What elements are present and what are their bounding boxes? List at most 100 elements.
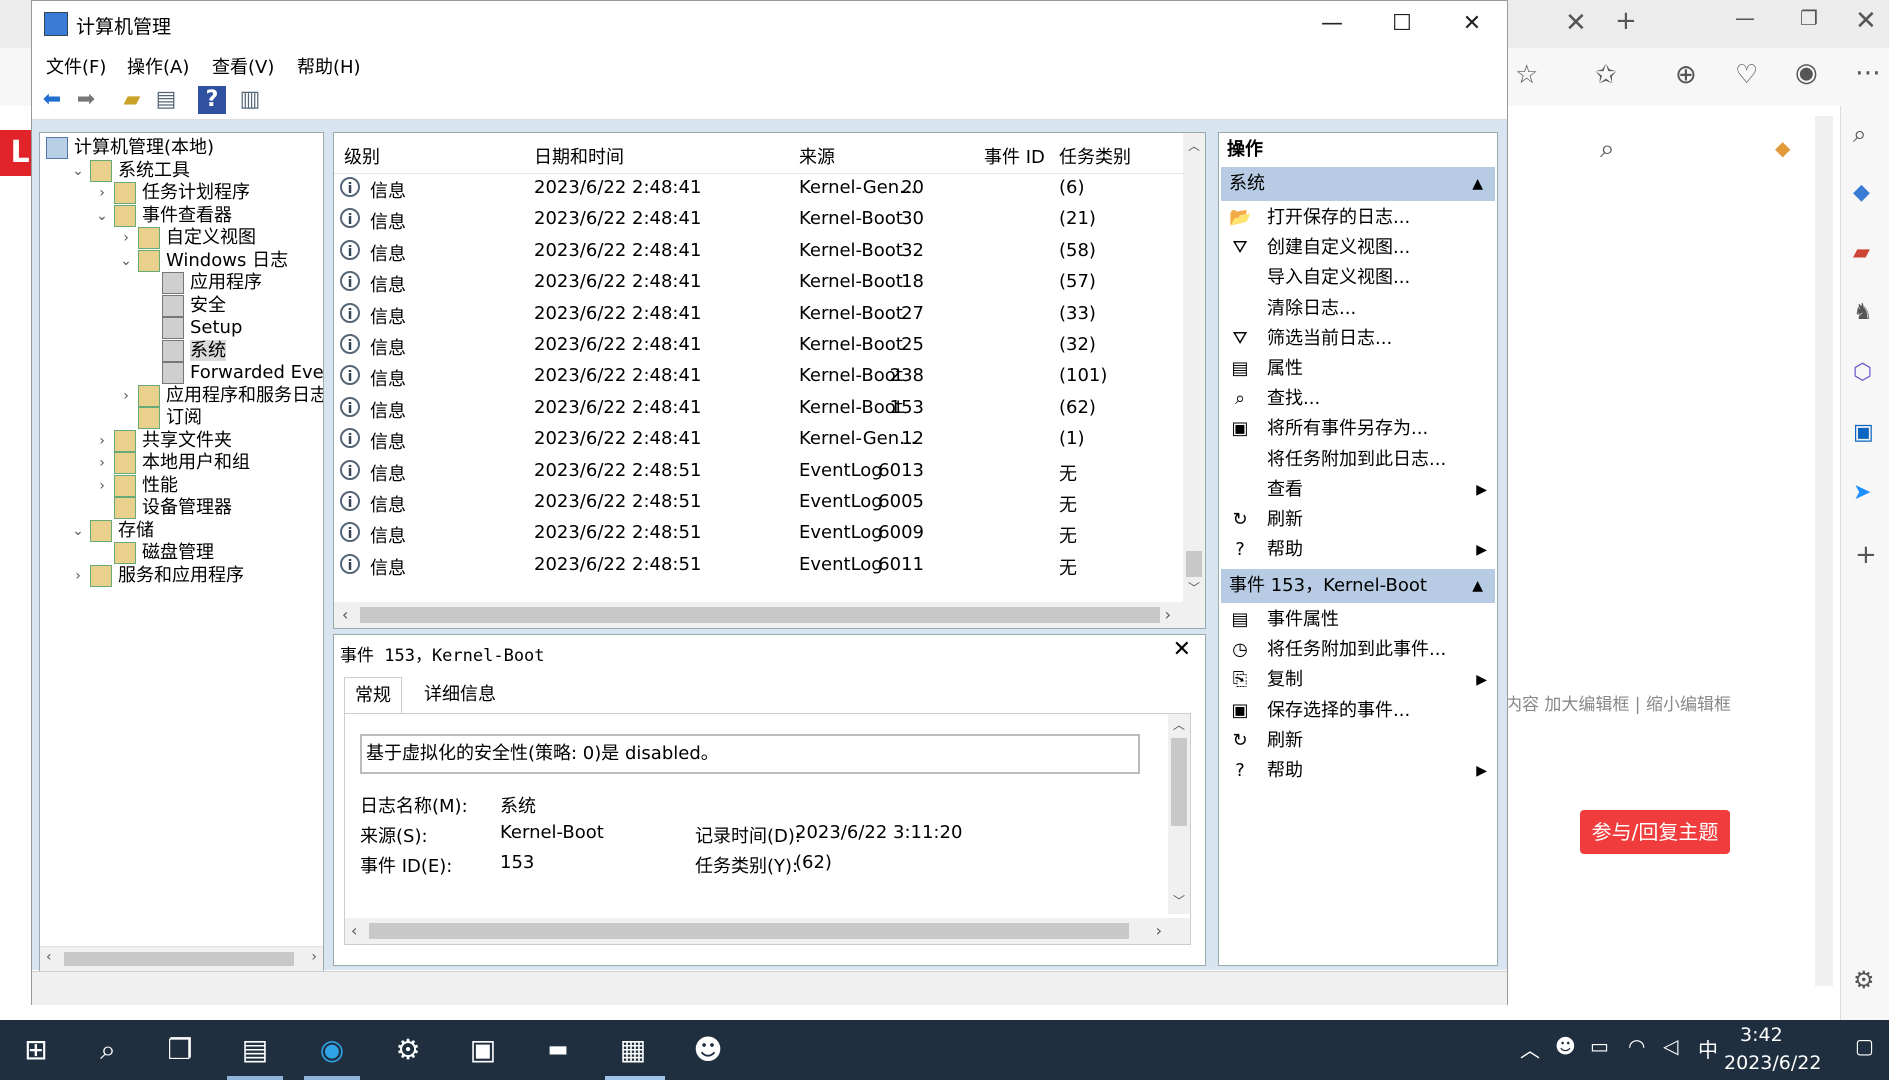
- close-button[interactable]: ✕: [1437, 1, 1507, 47]
- tray-chevron-icon[interactable]: ︿: [1520, 1034, 1540, 1063]
- scroll-up-icon[interactable]: ︿: [1188, 137, 1200, 154]
- battery-icon[interactable]: ▭: [1590, 1034, 1609, 1058]
- actions-section-event[interactable]: 事件 153，Kernel-Boot ▲: [1221, 569, 1495, 603]
- ime-indicator[interactable]: 中: [1698, 1034, 1718, 1063]
- menu-file[interactable]: 文件(F): [46, 53, 106, 79]
- event-row[interactable]: i 信息 2023/6/22 2:48:41 Kernel-Boot 153 (62): [334, 393, 1184, 424]
- tree-scroll-thumb[interactable]: [64, 952, 294, 966]
- collections-icon[interactable]: ⊕: [1675, 60, 1697, 90]
- browser-restore-icon[interactable]: ❐: [1800, 6, 1818, 30]
- scroll-left-icon[interactable]: ‹: [342, 605, 348, 624]
- sidebar-send-icon[interactable]: ➤: [1853, 480, 1871, 505]
- detail-scroll-thumb[interactable]: [1171, 738, 1187, 826]
- action-item[interactable]: ↻ 刷新: [1227, 726, 1489, 756]
- forward-arrow-icon[interactable]: ➡: [72, 86, 100, 114]
- sidebar-chess-icon[interactable]: ♞: [1853, 300, 1873, 325]
- notification-icon[interactable]: ▢: [1855, 1034, 1874, 1058]
- windows-start-icon[interactable]: ⊞: [16, 1030, 56, 1070]
- scroll-right-icon[interactable]: ›: [1156, 921, 1162, 940]
- tab-general[interactable]: 常规: [344, 677, 402, 714]
- detail-hscroll-thumb[interactable]: [369, 923, 1129, 939]
- collapse-triangle-icon[interactable]: ▲: [1472, 569, 1483, 603]
- action-item[interactable]: ⎘ 复制 ▶: [1227, 665, 1489, 695]
- action-item[interactable]: 将任务附加到此日志...: [1227, 445, 1489, 475]
- close-tab-icon[interactable]: ✕: [1565, 8, 1587, 38]
- sidebar-outlook-icon[interactable]: ▣: [1853, 420, 1874, 445]
- column-level[interactable]: 级别: [344, 143, 380, 169]
- volume-icon[interactable]: ◁: [1663, 1034, 1678, 1058]
- action-item[interactable]: 查看 ▶: [1227, 475, 1489, 505]
- page-scrollbar[interactable]: [1815, 116, 1833, 986]
- actions-section-system[interactable]: 系统 ▲: [1221, 167, 1495, 201]
- scroll-down-icon[interactable]: ﹀: [1188, 579, 1200, 596]
- menu-view[interactable]: 查看(V): [212, 53, 274, 79]
- scroll-down-icon[interactable]: ﹀: [1173, 892, 1185, 909]
- event-row[interactable]: i 信息 2023/6/22 2:48:41 Kernel-Boot 27 (33): [334, 299, 1184, 330]
- control-panel-icon[interactable]: ⚙: [388, 1030, 428, 1070]
- action-item[interactable]: ▣ 保存选择的事件...: [1227, 696, 1489, 726]
- back-arrow-icon[interactable]: ⬅: [38, 86, 66, 114]
- favorites-icon[interactable]: ✩: [1595, 60, 1617, 90]
- task-manager-icon[interactable]: ▤: [235, 1030, 275, 1070]
- editor-links[interactable]: 内容 加大编辑框 | 缩小编辑框: [1505, 690, 1731, 715]
- collapse-chevron-icon[interactable]: ⌄: [118, 248, 134, 274]
- edge-browser-icon[interactable]: ◉: [312, 1030, 352, 1070]
- column-event-id[interactable]: 事件 ID: [984, 143, 1045, 169]
- scroll-right-icon[interactable]: ›: [311, 949, 317, 965]
- action-item[interactable]: ? 帮助 ▶: [1227, 756, 1489, 786]
- collapse-chevron-icon[interactable]: ⌄: [70, 518, 86, 544]
- event-row[interactable]: i 信息 2023/6/22 2:48:51 EventLog 6005 无: [334, 487, 1184, 518]
- sidebar-toolbox-icon[interactable]: ▰: [1853, 240, 1870, 265]
- help-icon[interactable]: ?: [198, 86, 226, 114]
- event-scroll-thumb[interactable]: [1186, 551, 1202, 577]
- action-item[interactable]: ⛛ 创建自定义视图...: [1227, 233, 1489, 263]
- event-row[interactable]: i 信息 2023/6/22 2:48:41 Kernel-Gen... 12 (1): [334, 424, 1184, 455]
- computer-management-taskbar-icon[interactable]: ▦: [613, 1030, 653, 1070]
- tree-horizontal-scrollbar[interactable]: ‹ ›: [40, 946, 323, 971]
- action-item[interactable]: 导入自定义视图...: [1227, 263, 1489, 293]
- event-row[interactable]: i 信息 2023/6/22 2:48:41 Kernel-Boot 238 (101): [334, 361, 1184, 392]
- scroll-right-icon[interactable]: ›: [1165, 605, 1171, 624]
- clock-time[interactable]: 3:42: [1740, 1024, 1783, 1046]
- action-item[interactable]: ◷ 将任务附加到此事件...: [1227, 635, 1489, 665]
- sidebar-search-icon[interactable]: ⌕: [1853, 120, 1866, 148]
- action-item[interactable]: ? 帮助 ▶: [1227, 535, 1489, 565]
- collapse-chevron-icon[interactable]: ⌄: [94, 203, 110, 229]
- sidebar-tag-icon[interactable]: ◆: [1853, 180, 1870, 205]
- event-row[interactable]: i 信息 2023/6/22 2:48:41 Kernel-Boot 25 (32): [334, 330, 1184, 361]
- minimize-button[interactable]: —: [1297, 1, 1367, 47]
- new-tab-icon[interactable]: +: [1615, 6, 1637, 36]
- detail-horizontal-scrollbar[interactable]: ‹ ›: [345, 918, 1190, 944]
- clock-date[interactable]: 2023/6/22: [1724, 1052, 1821, 1074]
- event-list-horizontal-scrollbar[interactable]: ‹ ›: [334, 602, 1205, 628]
- menu-help[interactable]: 帮助(H): [297, 53, 361, 79]
- more-icon[interactable]: ⋯: [1855, 58, 1881, 88]
- scroll-up-icon[interactable]: ︿: [1173, 716, 1185, 733]
- event-description[interactable]: 基于虚拟化的安全性(策略: 0)是 disabled。: [360, 734, 1140, 774]
- tray-qq-icon[interactable]: ☻: [1555, 1034, 1576, 1058]
- reply-topic-button[interactable]: 参与/回复主题: [1580, 810, 1730, 854]
- diamond-icon[interactable]: ◆: [1775, 136, 1790, 160]
- expand-chevron-icon[interactable]: ›: [70, 563, 86, 589]
- browser-minimize-icon[interactable]: —: [1735, 6, 1755, 30]
- favorite-star-icon[interactable]: ☆: [1515, 60, 1538, 90]
- show-action-pane-icon[interactable]: ▥: [236, 86, 264, 114]
- event-row[interactable]: i 信息 2023/6/22 2:48:41 Kernel-Boot 32 (58): [334, 236, 1184, 267]
- event-row[interactable]: i 信息 2023/6/22 2:48:41 Kernel-Boot 18 (57): [334, 267, 1184, 298]
- action-item[interactable]: ↻ 刷新: [1227, 505, 1489, 535]
- taskbar-search-icon[interactable]: ⌕: [88, 1030, 128, 1070]
- sidebar-settings-icon[interactable]: ⚙: [1853, 966, 1875, 994]
- event-row[interactable]: i 信息 2023/6/22 2:48:51 EventLog 6011 无: [334, 550, 1184, 581]
- column-source[interactable]: 来源: [799, 143, 835, 169]
- scroll-left-icon[interactable]: ‹: [46, 949, 52, 965]
- action-item[interactable]: ▤ 事件属性: [1227, 605, 1489, 635]
- event-row[interactable]: i 信息 2023/6/22 2:48:51 EventLog 6009 无: [334, 518, 1184, 549]
- menu-action[interactable]: 操作(A): [127, 53, 189, 79]
- remote-desktop-icon[interactable]: ▣: [463, 1030, 503, 1070]
- column-datetime[interactable]: 日期和时间: [534, 143, 624, 169]
- scroll-left-icon[interactable]: ‹: [351, 921, 357, 940]
- action-item[interactable]: ⛛ 筛选当前日志...: [1227, 324, 1489, 354]
- search-icon[interactable]: ⌕: [1600, 134, 1615, 165]
- wifi-icon[interactable]: ◠: [1628, 1034, 1645, 1058]
- show-hide-tree-icon[interactable]: ▤: [152, 86, 180, 114]
